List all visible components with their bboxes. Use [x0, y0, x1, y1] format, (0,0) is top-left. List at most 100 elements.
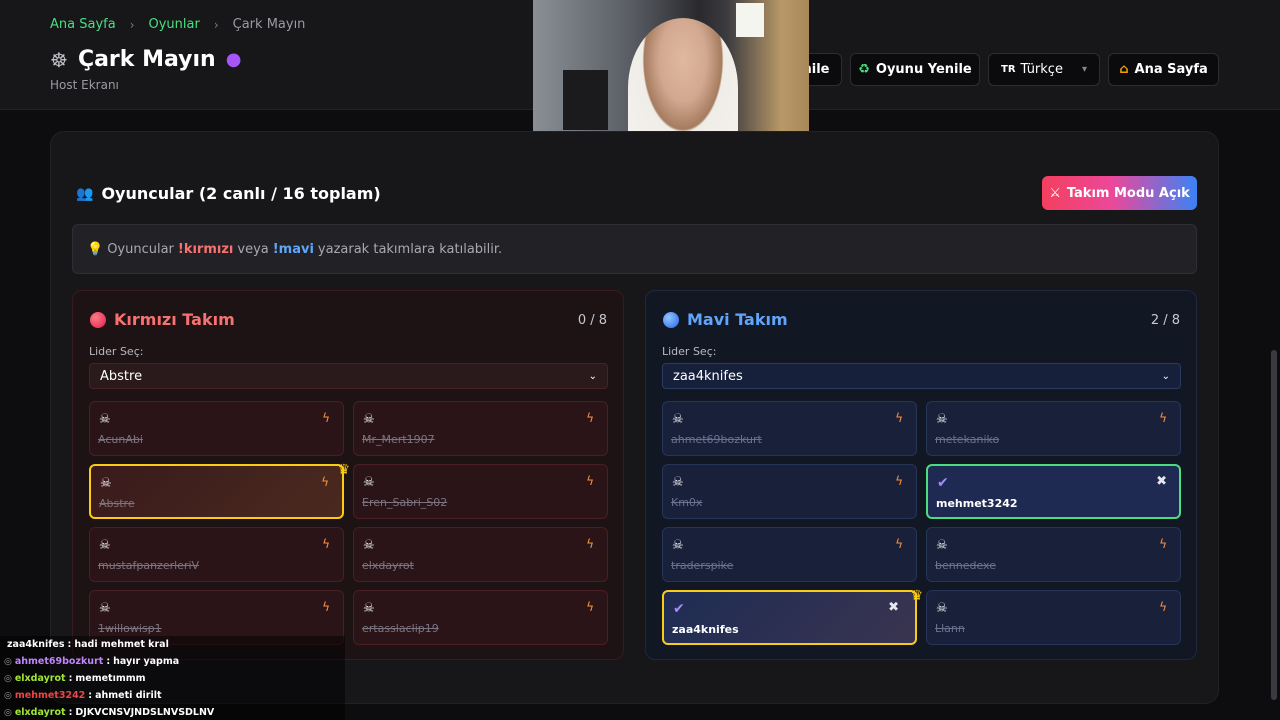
- team-mode-button[interactable]: ⚔ Takım Modu Açık: [1042, 176, 1197, 210]
- kill-icon[interactable]: ✖: [888, 600, 899, 615]
- bolt-icon[interactable]: ϟ: [1159, 600, 1167, 614]
- webcam-background: [736, 3, 764, 37]
- bolt-icon[interactable]: ϟ: [1159, 411, 1167, 425]
- player-card-leader[interactable]: ✔ ✖ ♛ zaa4knifes: [662, 588, 923, 645]
- red-dot-icon: [90, 311, 106, 328]
- player-name: bennedexe: [935, 559, 996, 572]
- recycle-icon: ♻: [858, 62, 870, 77]
- bolt-icon[interactable]: ϟ: [322, 537, 330, 551]
- title-row: ☸ Çark Mayın ●: [50, 47, 241, 72]
- badge-icon: ◎: [4, 690, 12, 701]
- player-card[interactable]: ☠ ϟ elxdayrot: [353, 527, 608, 582]
- info-prefix: Oyuncular: [107, 241, 174, 257]
- bolt-icon[interactable]: ϟ: [321, 475, 329, 489]
- player-card[interactable]: ☠ ϟ mustafpanzerleriV: [89, 527, 344, 582]
- badge-icon: ◎: [4, 707, 12, 718]
- chat-message: memetımmm: [75, 673, 146, 684]
- player-name: mehmet3242: [936, 497, 1018, 510]
- refresh-game-label: Oyunu Yenile: [875, 62, 972, 77]
- bolt-icon[interactable]: ϟ: [322, 600, 330, 614]
- refresh-game-button[interactable]: ♻ Oyunu Yenile: [850, 53, 980, 86]
- swords-icon: ⚔: [1049, 185, 1061, 201]
- bomb-icon: ●: [225, 49, 242, 70]
- skull-icon: ☠: [99, 601, 111, 616]
- player-name: zaa4knifes: [672, 623, 739, 636]
- breadcrumb-home-link[interactable]: Ana Sayfa: [50, 17, 116, 32]
- player-name: ertasslaclip19: [362, 622, 439, 635]
- chat-message: DJKVCNSVJNDSLNVSDLNV: [75, 707, 215, 718]
- player-card[interactable]: ☠ ϟ Mr_Mert1907: [353, 401, 608, 456]
- blue-leader-select[interactable]: zaa4knifes ⌄: [662, 363, 1181, 389]
- stream-chat-overlay: zaa4knifes: hadi mehmet kral ◎ ahmet69bo…: [0, 636, 345, 720]
- bolt-icon[interactable]: ϟ: [895, 474, 903, 488]
- wheel-icon: ☸: [50, 47, 68, 72]
- red-leader-select[interactable]: Abstre ⌄: [89, 363, 608, 389]
- player-name: Mr_Mert1907: [362, 433, 435, 446]
- flag-icon: TR: [1001, 64, 1016, 75]
- page-title: Çark Mayın: [77, 47, 216, 72]
- chat-line: ◎ ahmet69bozkurt: hayır yapma: [4, 656, 180, 667]
- player-card[interactable]: ☠ ϟ Llann: [926, 590, 1181, 645]
- player-card[interactable]: ☠ ϟ metekaniko: [926, 401, 1181, 456]
- bolt-icon[interactable]: ϟ: [1159, 537, 1167, 551]
- player-name: Llann: [935, 622, 965, 635]
- player-name: Km0x: [671, 496, 703, 509]
- skull-icon: ☠: [936, 538, 948, 553]
- player-card[interactable]: ☠ ϟ AcunAbi: [89, 401, 344, 456]
- crown-icon: ♛: [337, 462, 350, 478]
- lightbulb-icon: 💡: [87, 241, 104, 257]
- player-name: 1willowisp1: [98, 622, 162, 635]
- skull-icon: ☠: [363, 538, 375, 553]
- webcam-background: [563, 70, 608, 130]
- player-card[interactable]: ☠ ϟ traderspike: [662, 527, 917, 582]
- home-icon: ⌂: [1119, 62, 1129, 77]
- player-name: Eren_Sabri_S02: [362, 496, 448, 509]
- player-card[interactable]: ☠ ϟ ahmet69bozkurt: [662, 401, 917, 456]
- bolt-icon[interactable]: ϟ: [322, 411, 330, 425]
- chat-user: mehmet3242: [14, 690, 86, 701]
- bolt-icon[interactable]: ϟ: [895, 411, 903, 425]
- player-card-leader[interactable]: ☠ ϟ ♛ Abstre: [89, 462, 350, 519]
- red-team-header: Kırmızı Takım: [90, 310, 235, 329]
- player-name: ahmet69bozkurt: [671, 433, 762, 446]
- language-select[interactable]: TR Türkçe ▾: [988, 53, 1100, 86]
- player-name: traderspike: [671, 559, 734, 572]
- info-box: 💡 Oyuncular !kırmızı veya !mavi yazarak …: [72, 224, 1197, 274]
- language-selected: Türkçe: [1020, 62, 1063, 77]
- page-scrollbar[interactable]: [1271, 350, 1277, 700]
- crown-icon: ♛: [910, 588, 923, 604]
- bolt-icon[interactable]: ϟ: [586, 411, 594, 425]
- badge-icon: ◎: [4, 656, 12, 667]
- bolt-icon[interactable]: ϟ: [586, 474, 594, 488]
- player-card[interactable]: ☠ ϟ Eren_Sabri_S02: [353, 464, 608, 519]
- red-team-count: 0 / 8: [577, 313, 607, 328]
- home-button[interactable]: ⌂ Ana Sayfa: [1108, 53, 1219, 86]
- player-name: elxdayrot: [362, 559, 414, 572]
- bolt-icon[interactable]: ϟ: [895, 537, 903, 551]
- chat-line: ◎ elxdayrot: DJKVCNSVJNDSLNVSDLNV: [4, 707, 215, 718]
- bolt-icon[interactable]: ϟ: [586, 537, 594, 551]
- chat-line: ◎ elxdayrot: memetımmm: [4, 673, 146, 684]
- chat-line: ◎ mehmet3242: ahmeti dirilt: [4, 690, 162, 701]
- people-icon: 👥: [76, 185, 94, 202]
- info-red-command: !kırmızı: [177, 241, 234, 257]
- bolt-icon[interactable]: ϟ: [586, 600, 594, 614]
- player-name: mustafpanzerleriV: [98, 559, 200, 572]
- red-leader-label: Lider Seç:: [89, 345, 144, 358]
- check-icon: ✔: [673, 601, 685, 617]
- breadcrumb-games-link[interactable]: Oyunlar: [149, 17, 200, 32]
- red-leader-value: Abstre: [100, 368, 143, 384]
- blue-team-name: Mavi Takım: [687, 310, 788, 329]
- player-card-alive[interactable]: ✔ ✖ mehmet3242: [926, 464, 1181, 519]
- blue-team-header: Mavi Takım: [663, 310, 788, 329]
- chevron-down-icon: ⌄: [1161, 370, 1170, 382]
- chat-message: hadi mehmet kral: [74, 639, 169, 650]
- blue-team-panel: Mavi Takım 2 / 8 Lider Seç: zaa4knifes ⌄…: [645, 290, 1197, 660]
- player-card[interactable]: ☠ ϟ Km0x: [662, 464, 917, 519]
- player-card[interactable]: ☠ ϟ bennedexe: [926, 527, 1181, 582]
- player-card[interactable]: ☠ ϟ ertasslaclip19: [353, 590, 608, 645]
- chevron-right-icon: ›: [129, 17, 135, 32]
- kill-icon[interactable]: ✖: [1156, 474, 1167, 489]
- blue-leader-label: Lider Seç:: [662, 345, 717, 358]
- skull-icon: ☠: [99, 538, 111, 553]
